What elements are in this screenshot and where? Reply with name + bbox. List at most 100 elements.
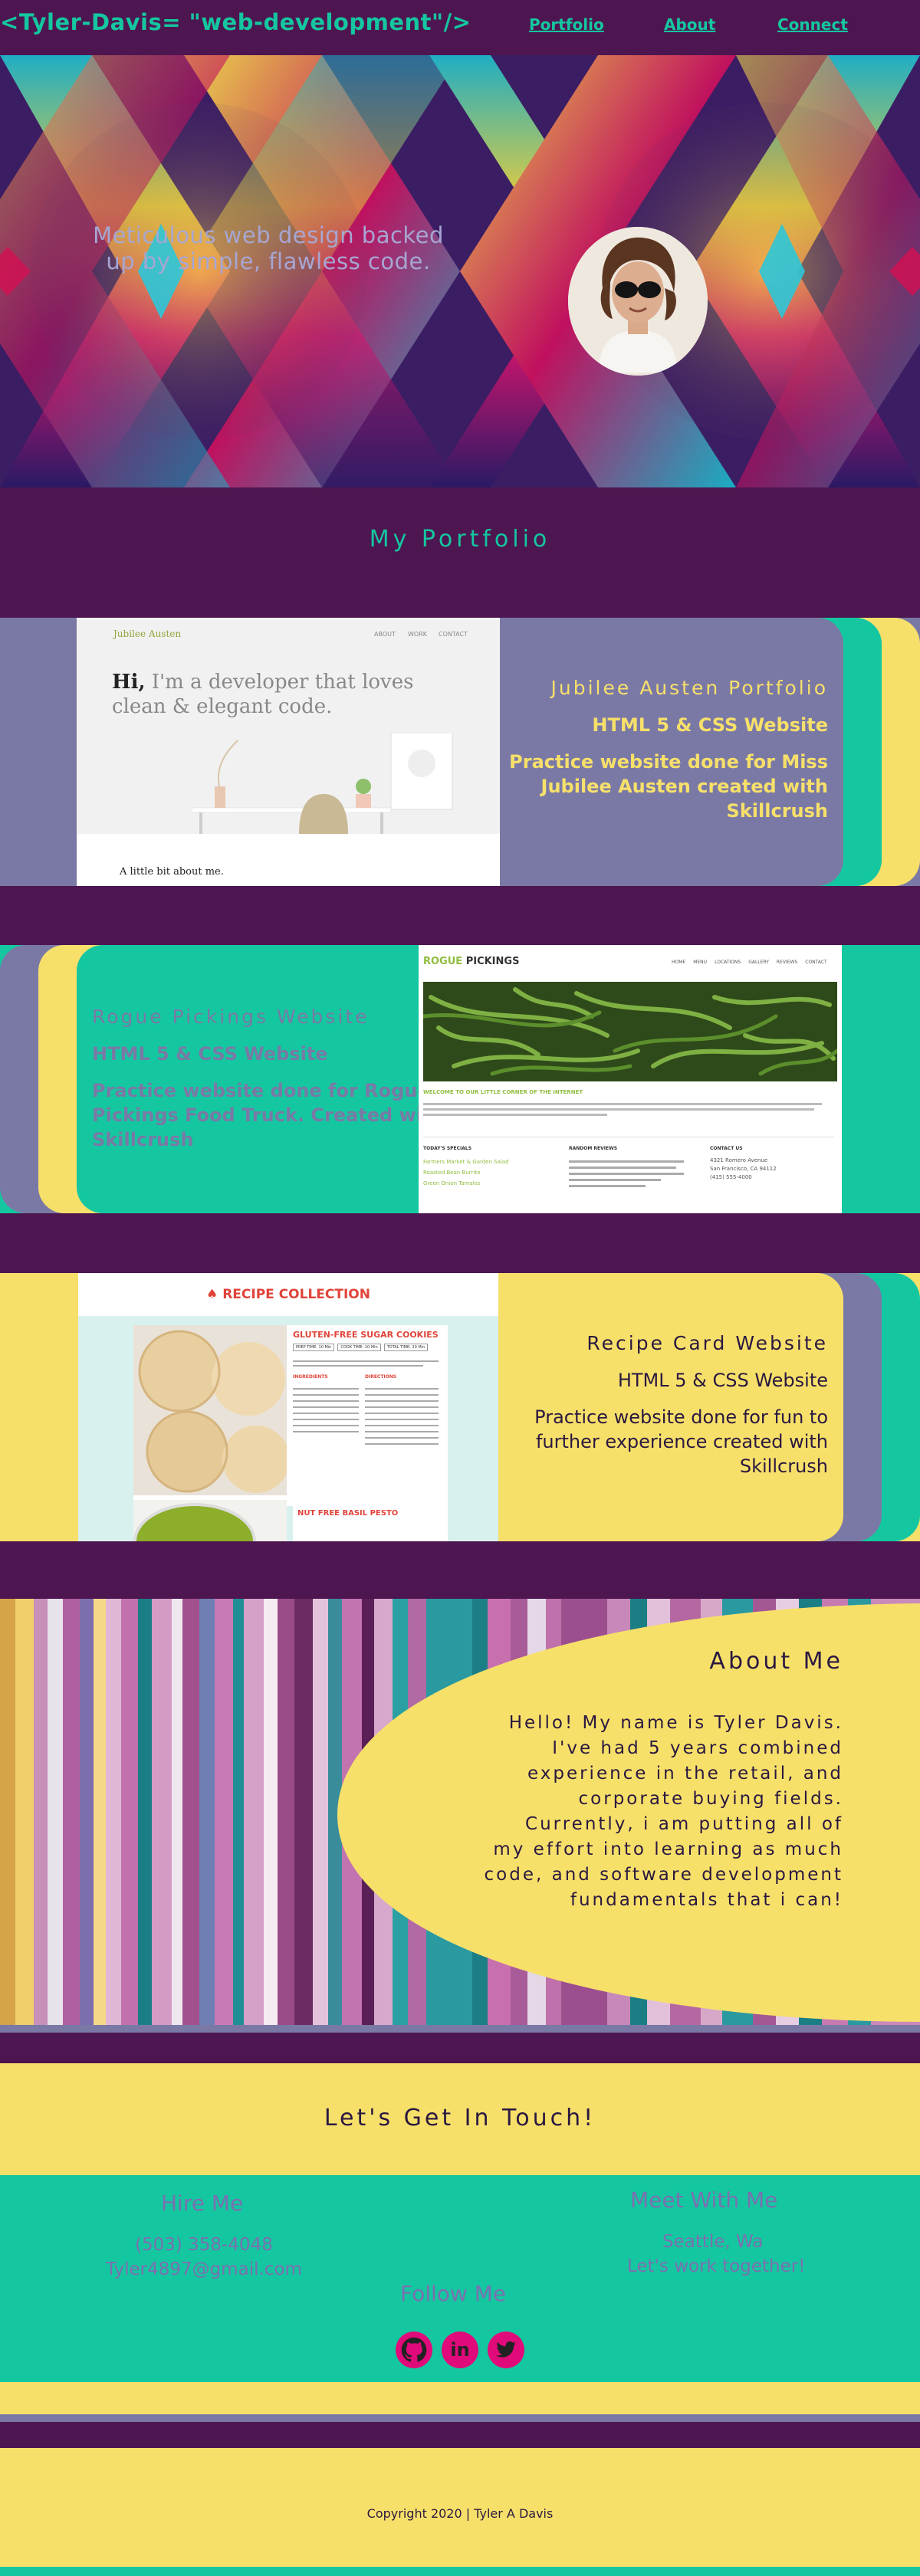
hero-tagline-line2: up by simple, flawless code.	[106, 248, 431, 274]
rogue-col1-list: Farmers Market & Garden Salad Roasted Be…	[423, 1157, 509, 1189]
hire-me-heading: Hire Me	[161, 2190, 244, 2216]
recipe-screenshot[interactable]: ♠ RECIPE COLLECTION GLUTEN-FREE SUGAR CO…	[78, 1273, 498, 1541]
jubilee-heading-rest: I'm a developer that loves	[151, 671, 414, 694]
rogue-nav-item: CONTACT	[805, 960, 827, 965]
follow-me-heading: Follow Me	[400, 2281, 507, 2306]
jubilee-nav-contact: CONTACT	[439, 631, 468, 638]
project-description: Practice website done for fun to further…	[475, 1405, 828, 1478]
email-link[interactable]: Tyler4897@gmail.com	[106, 2259, 302, 2279]
rogue-screenshot[interactable]: ROGUE PICKINGS HOME MENU LOCATIONS GALLE…	[419, 945, 842, 1213]
project-card-recipe[interactable]: ♠ RECIPE COLLECTION GLUTEN-FREE SUGAR CO…	[0, 1273, 920, 1541]
project-card-jubilee[interactable]: Jubilee Austen ABOUT WORK CONTACT Hi, I'…	[0, 618, 920, 886]
contact-title: Let's Get In Touch!	[324, 2105, 596, 2131]
about-line: code, and software development	[484, 1865, 843, 1885]
jubilee-heading: Hi, I'm a developer that loves clean & e…	[112, 670, 413, 719]
portfolio-title: My Portfolio	[369, 526, 551, 553]
profile-photo	[568, 227, 708, 376]
chef-hat-icon: ♠	[206, 1287, 219, 1302]
divider-stripe	[0, 2025, 920, 2033]
rogue-special-item: Farmers Market & Garden Salad	[423, 1159, 509, 1165]
about-line: fundamentals that i can!	[570, 1890, 843, 1910]
nav-connect-link[interactable]: Connect	[777, 15, 848, 34]
rogue-col3-head: CONTACT US	[710, 1146, 743, 1151]
jubilee-brand: Jubilee Austen	[113, 628, 182, 639]
rogue-brand-accent: ROGUE	[423, 956, 463, 967]
hero-banner: Meticulous web design backed up by simpl…	[0, 55, 920, 487]
project-desc-line: Practice website done for Miss	[509, 751, 828, 773]
project-title: Rogue Pickings Website	[92, 1006, 370, 1028]
project-card-rogue[interactable]: Rogue Pickings Website HTML 5 & CSS Webs…	[0, 945, 920, 1213]
about-line: Currently, i am putting all of	[525, 1814, 843, 1834]
ingredients-head: INGREDIENTS	[293, 1374, 328, 1380]
site-logo[interactable]: <Tyler-Davis= "web-development"/>	[0, 9, 472, 35]
project-desc-line: Jubilee Austen created with	[540, 776, 828, 797]
twitter-icon[interactable]	[488, 2332, 524, 2368]
project-tech: HTML 5 & CSS Website	[617, 1370, 828, 1391]
recipe-tag: PREP TIME: 10 Min	[293, 1344, 335, 1351]
nav-portfolio-link[interactable]: Portfolio	[529, 15, 604, 34]
phone-number[interactable]: (503) 358-4048	[135, 2235, 273, 2255]
rogue-welcome: WELCOME TO OUR LITTLE CORNER OF THE INTE…	[423, 1089, 583, 1095]
work-together-text: Let's work together!	[627, 2256, 806, 2276]
recipe-card-1-title: GLUTEN-FREE SUGAR COOKIES	[293, 1330, 439, 1340]
project-desc-line: Skillcrush	[92, 1129, 194, 1150]
project-tech: HTML 5 & CSS Website	[592, 714, 828, 736]
about-line: corporate buying fields.	[578, 1789, 843, 1809]
project-desc-line: Practice website done for Rogue	[92, 1080, 430, 1101]
rogue-contact: 4321 Romero Avenue San Francisco, CA 941…	[710, 1157, 777, 1182]
project-desc-line: Pickings Food Truck. Created with	[92, 1104, 445, 1126]
about-line: Hello! My name is Tyler Davis.	[508, 1713, 843, 1733]
rogue-contact-line: 4321 Romero Avenue	[710, 1157, 768, 1163]
directions-lines	[365, 1383, 439, 1449]
jubilee-screenshot[interactable]: Jubilee Austen ABOUT WORK CONTACT Hi, I'…	[77, 618, 500, 886]
copyright-text: Copyright 2020 | Tyler A Davis	[366, 2506, 554, 2521]
footer-stripe	[0, 2422, 920, 2448]
contact-section: Hire Me (503) 358-4048 Tyler4897@gmail.c…	[0, 2175, 920, 2382]
about-title: About Me	[709, 1648, 843, 1675]
about-line: experience in the retail, and	[527, 1764, 843, 1784]
sugar-cookies-photo	[133, 1325, 287, 1495]
ingredients-lines	[293, 1383, 359, 1437]
project-description: Practice website done for Rogue Pickings…	[92, 1078, 460, 1152]
desk-illustration	[192, 733, 453, 834]
rogue-col2-head: RANDOM REVIEWS	[569, 1146, 618, 1151]
footer-stripe	[0, 2414, 920, 2422]
linkedin-icon-text: in	[450, 2339, 470, 2361]
project-title: Jubilee Austen Portfolio	[550, 677, 828, 699]
project-desc-line: Skillcrush	[739, 1455, 828, 1477]
about-text: Hello! My name is Tyler Davis. I've had …	[399, 1711, 843, 1913]
jubilee-heading-line2: clean & elegant code.	[112, 695, 333, 718]
site-footer: Copyright 2020 | Tyler A Davis	[0, 2448, 920, 2567]
project-title: Recipe Card Website	[586, 1332, 828, 1354]
hero-tagline-line1: Meticulous web design backed	[93, 222, 444, 248]
pesto-photo	[133, 1500, 287, 1541]
project-tech: HTML 5 & CSS Website	[92, 1043, 328, 1065]
green-beans-photo	[423, 982, 837, 1081]
rogue-review-lines	[569, 1157, 692, 1191]
jubilee-footer-text: A little bit about me.	[120, 866, 224, 878]
divider-stripe	[0, 2033, 920, 2063]
nav-about-link[interactable]: About	[664, 15, 715, 34]
linkedin-icon[interactable]: in	[442, 2332, 478, 2368]
rogue-nav-item: REVIEWS	[776, 960, 798, 965]
project-desc-line: Practice website done for fun to	[534, 1406, 828, 1428]
project-description: Practice website done for Miss Jubilee A…	[475, 750, 828, 823]
site-header: <Tyler-Davis= "web-development"/> Portfo…	[0, 0, 920, 55]
rogue-contact-line: (415) 555-4000	[710, 1174, 752, 1180]
rogue-col1-head: TODAY'S SPECIALS	[423, 1146, 472, 1151]
footer-stripe	[0, 2382, 920, 2414]
about-line: I've had 5 years combined	[552, 1738, 843, 1758]
recipe-intro-lines	[293, 1357, 439, 1370]
project-desc-line: further experience created with	[535, 1431, 828, 1452]
jubilee-nav-about: ABOUT	[374, 631, 396, 638]
rogue-contact-line: San Francisco, CA 94112	[710, 1166, 777, 1172]
meet-with-me-heading: Meet With Me	[630, 2187, 778, 2213]
rogue-special-item: Green Onion Tamales	[423, 1180, 481, 1186]
github-icon[interactable]	[396, 2332, 432, 2368]
rogue-nav-item: GALLERY	[748, 960, 769, 965]
bottom-stripe	[0, 2567, 920, 2576]
rogue-special-item: Roasted Bean Burrito	[423, 1170, 481, 1176]
recipe-tag: TOTAL TIME: 20 Min	[383, 1344, 429, 1351]
rogue-nav-item: LOCATIONS	[715, 960, 741, 965]
location-text: Seattle, Wa	[662, 2232, 764, 2252]
